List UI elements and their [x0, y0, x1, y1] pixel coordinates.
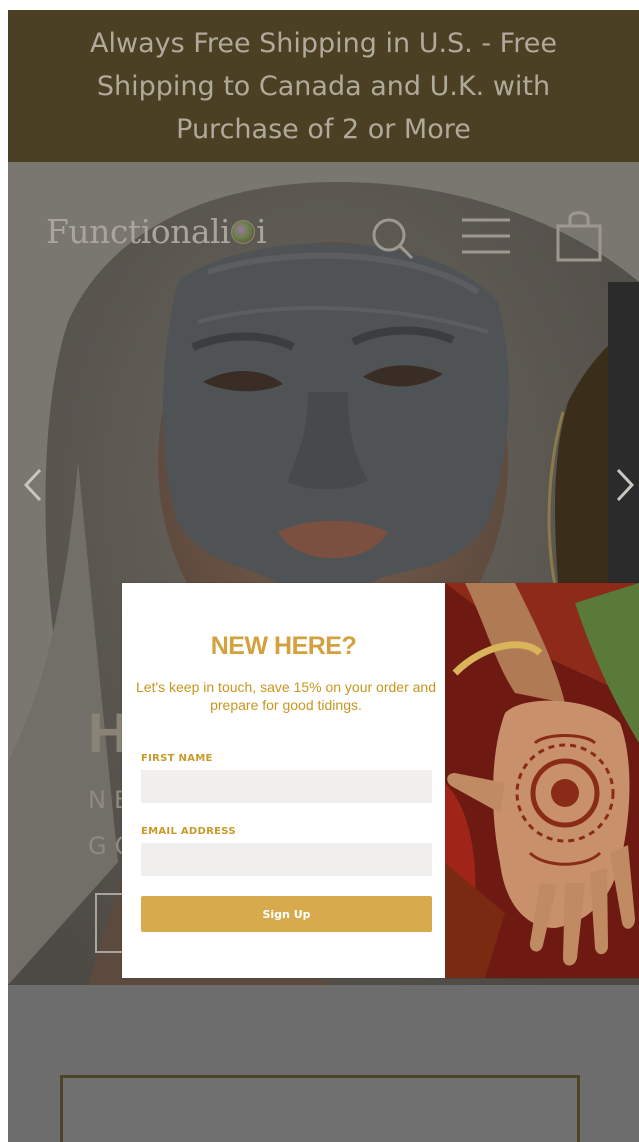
menu-icon[interactable]	[460, 214, 512, 258]
email-label: EMAIL ADDRESS	[141, 826, 236, 837]
popup-title: NEW HERE?	[210, 632, 357, 660]
slideshow-prev-button[interactable]	[18, 465, 48, 505]
announcement-bar: Always Free Shipping in U.S. - Free Ship…	[8, 10, 639, 162]
logo[interactable]: Functionali i	[46, 212, 267, 251]
content-box	[60, 1075, 580, 1142]
chevron-right-icon	[616, 468, 635, 502]
first-name-label: FIRST NAME	[141, 753, 213, 764]
site-header: Functionali i	[8, 162, 639, 312]
page: Always Free Shipping in U.S. - Free Ship…	[0, 0, 639, 1142]
cart-icon[interactable]	[555, 208, 603, 262]
email-input[interactable]	[141, 843, 432, 876]
newsletter-popup: NEW HERE? Let's keep in touch, save 15% …	[122, 583, 639, 978]
first-name-input[interactable]	[141, 770, 432, 803]
search-icon[interactable]	[368, 214, 416, 262]
popup-form-panel: NEW HERE? Let's keep in touch, save 15% …	[122, 583, 445, 978]
henna-hand-image	[445, 583, 639, 978]
popup-image	[445, 583, 639, 978]
logo-text-left: Functionali	[46, 212, 231, 251]
announcement-text: Always Free Shipping in U.S. - Free Ship…	[90, 27, 557, 145]
logo-orb-icon	[231, 219, 256, 244]
sign-up-button[interactable]: Sign Up	[141, 896, 432, 932]
popup-description: Let's keep in touch, save 15% on your or…	[136, 679, 436, 713]
chevron-left-icon	[23, 468, 42, 502]
slideshow-next-button[interactable]	[610, 465, 639, 505]
logo-text-right: i	[256, 212, 267, 251]
